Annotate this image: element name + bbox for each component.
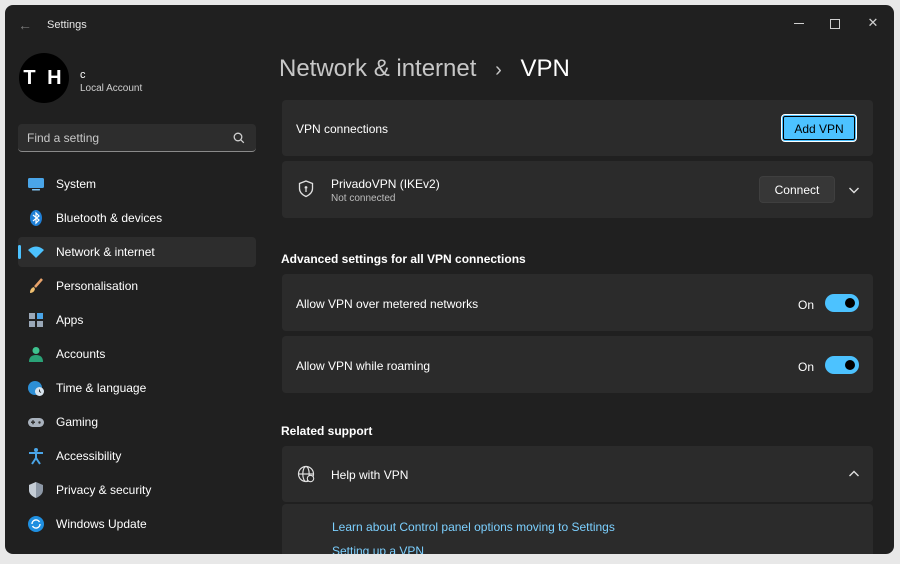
globe-help-icon <box>297 465 315 483</box>
vpn-shield-icon <box>298 180 314 198</box>
sidebar-item-time-language[interactable]: Time & language <box>18 373 256 403</box>
back-arrow-icon[interactable]: ← <box>15 15 35 35</box>
advanced-settings-heading: Advanced settings for all VPN connection… <box>281 252 526 266</box>
sidebar-item-accessibility[interactable]: Accessibility <box>18 441 256 471</box>
title-bar: ← Settings ✕ <box>5 5 894 45</box>
apps-icon <box>29 313 43 327</box>
sidebar-item-label: System <box>56 177 97 191</box>
minimize-button[interactable] <box>781 9 817 37</box>
sidebar-item-bluetooth[interactable]: Bluetooth & devices <box>18 203 256 233</box>
related-support-heading: Related support <box>281 424 373 438</box>
setting-row-roaming: Allow VPN while roaming On <box>282 336 873 393</box>
sidebar-item-personalisation[interactable]: Personalisation <box>18 271 256 301</box>
sidebar-item-label: Bluetooth & devices <box>56 211 163 225</box>
sidebar-item-system[interactable]: System <box>18 169 256 199</box>
vpn-entry-card[interactable]: PrivadoVPN (IKEv2) Not connected Connect <box>282 161 873 218</box>
chevron-up-icon[interactable] <box>847 467 861 481</box>
vpn-connections-label: VPN connections <box>296 122 389 136</box>
shield-icon <box>29 482 43 498</box>
settings-window: ← Settings ✕ T H c Local Account System <box>5 5 894 554</box>
user-name: c <box>80 69 86 81</box>
close-icon: ✕ <box>867 15 879 30</box>
breadcrumb-parent[interactable]: Network & internet <box>279 55 476 82</box>
help-with-vpn-header[interactable]: Help with VPN <box>282 446 873 502</box>
sidebar-item-privacy[interactable]: Privacy & security <box>18 475 256 505</box>
active-indicator <box>18 245 21 259</box>
toggle-state-text: On <box>798 360 815 374</box>
sidebar-item-label: Privacy & security <box>56 483 152 497</box>
sidebar-item-network[interactable]: Network & internet <box>18 237 256 267</box>
wifi-icon <box>28 246 44 258</box>
roaming-toggle[interactable] <box>825 356 859 374</box>
sidebar-item-label: Accounts <box>56 347 106 361</box>
sidebar-nav: System Bluetooth & devices Network & int… <box>18 169 256 543</box>
minimize-icon <box>794 23 804 25</box>
setting-label: Allow VPN over metered networks <box>296 297 479 311</box>
toggle-knob <box>845 360 855 370</box>
app-title: Settings <box>47 19 87 31</box>
globe-clock-icon <box>28 381 44 396</box>
gamepad-icon <box>28 418 44 427</box>
close-button[interactable]: ✕ <box>855 9 891 37</box>
account-type: Local Account <box>80 83 143 94</box>
chevron-down-icon[interactable] <box>847 183 861 197</box>
vpn-status: Not connected <box>331 193 396 204</box>
brush-icon <box>30 278 43 293</box>
sidebar-item-accounts[interactable]: Accounts <box>18 339 256 369</box>
bluetooth-icon <box>30 210 42 226</box>
breadcrumb: Network & internet › VPN <box>279 55 570 83</box>
sidebar-item-label: Apps <box>56 313 84 327</box>
metered-toggle[interactable] <box>825 294 859 312</box>
search-icon[interactable] <box>232 131 246 145</box>
update-icon <box>28 516 44 532</box>
chevron-right-icon: › <box>495 59 502 81</box>
sidebar-item-label: Gaming <box>56 415 99 429</box>
maximize-button[interactable] <box>817 9 853 37</box>
search-input[interactable] <box>27 130 227 146</box>
avatar[interactable]: T H <box>19 53 69 103</box>
sidebar-item-label: Windows Update <box>56 517 147 531</box>
vpn-name: PrivadoVPN (IKEv2) <box>331 177 440 191</box>
search-box[interactable] <box>18 124 256 152</box>
accessibility-icon <box>29 448 43 465</box>
setting-label: Allow VPN while roaming <box>296 359 431 373</box>
sidebar-item-label: Time & language <box>56 381 147 395</box>
toggle-knob <box>845 298 855 308</box>
maximize-icon <box>830 18 840 29</box>
add-vpn-button[interactable]: Add VPN <box>781 114 857 142</box>
help-with-vpn-title: Help with VPN <box>331 468 409 482</box>
link-control-panel-options[interactable]: Learn about Control panel options moving… <box>332 520 615 534</box>
setting-row-metered: Allow VPN over metered networks On <box>282 274 873 331</box>
sidebar-item-gaming[interactable]: Gaming <box>18 407 256 437</box>
sidebar-item-label: Accessibility <box>56 449 122 463</box>
sidebar-item-label: Personalisation <box>56 279 139 293</box>
link-setting-up-vpn[interactable]: Setting up a VPN <box>332 544 424 554</box>
sidebar-item-apps[interactable]: Apps <box>18 305 256 335</box>
toggle-state-text: On <box>798 298 815 312</box>
vpn-connections-card: VPN connections Add VPN <box>282 100 873 156</box>
page-title: VPN <box>520 55 570 82</box>
person-icon <box>29 347 43 362</box>
connect-button[interactable]: Connect <box>759 176 835 203</box>
sidebar-item-windows-update[interactable]: Windows Update <box>18 509 256 539</box>
sidebar-item-label: Network & internet <box>56 245 155 259</box>
system-icon <box>28 178 44 191</box>
